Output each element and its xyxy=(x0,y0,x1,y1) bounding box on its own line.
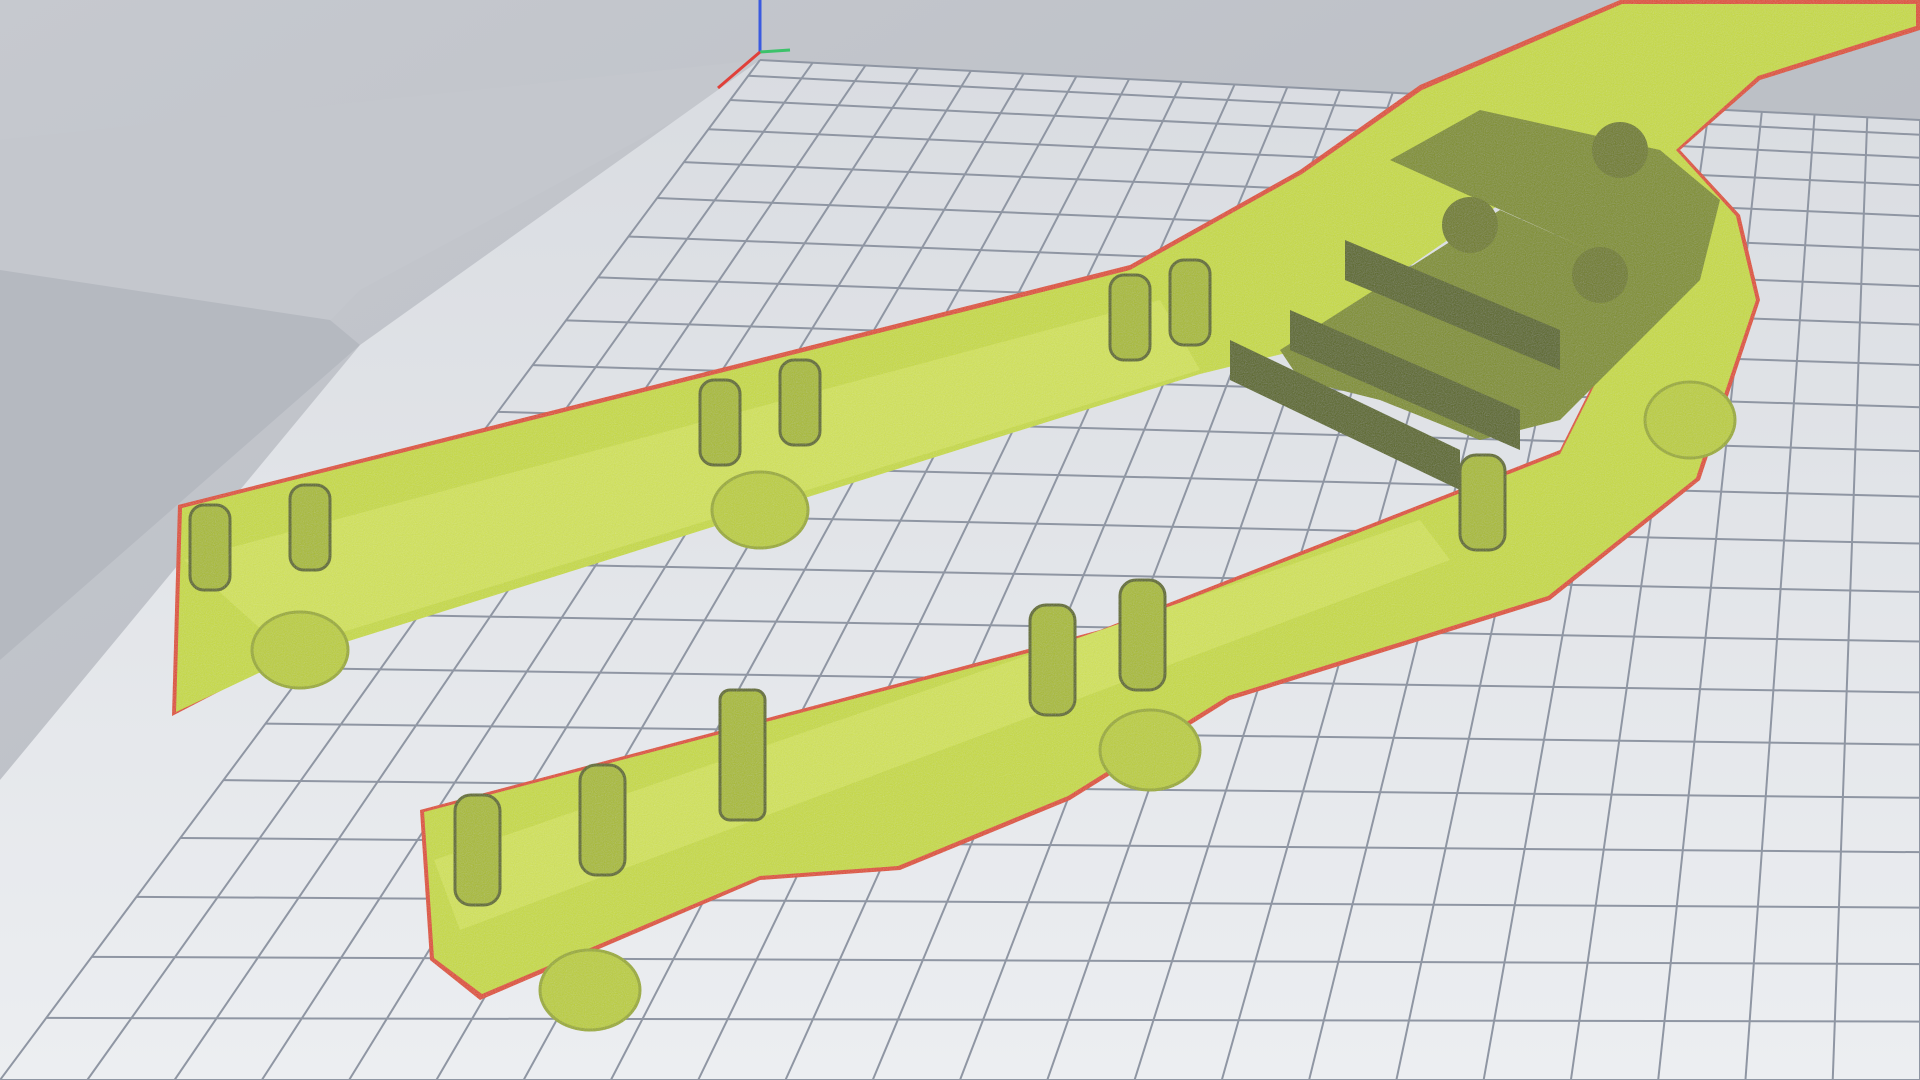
model-bump xyxy=(1442,197,1498,253)
y-axis-icon xyxy=(759,48,791,54)
viewport-scene[interactable] xyxy=(0,0,1920,1080)
model-bump xyxy=(1592,122,1648,178)
3d-viewport[interactable] xyxy=(0,0,1920,1080)
model-bump xyxy=(1572,247,1628,303)
